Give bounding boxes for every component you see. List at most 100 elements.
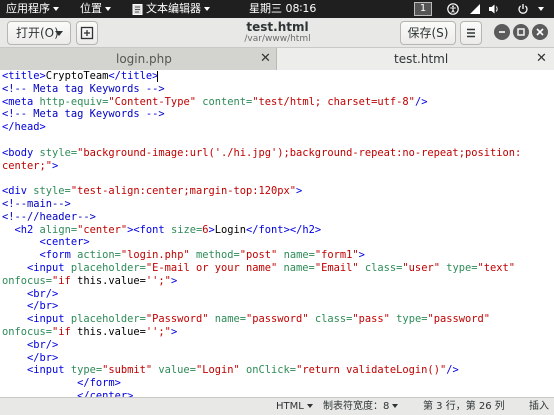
code-line[interactable]: <input placeholder="Password" name="pass… bbox=[2, 313, 490, 326]
code-line[interactable]: </center> bbox=[2, 390, 133, 397]
tab-test-html[interactable]: test.html ✕ bbox=[277, 48, 554, 71]
code-token: <!-- Meta tag Keywords --> bbox=[2, 82, 165, 95]
places-label: 位置 bbox=[80, 2, 102, 15]
language-selector[interactable]: HTML bbox=[276, 398, 313, 415]
places-menu[interactable]: 位置 bbox=[80, 0, 111, 18]
code-token: align= bbox=[39, 223, 78, 236]
code-token: type= bbox=[70, 364, 103, 377]
code-token: type= bbox=[389, 313, 428, 326]
code-editor[interactable]: <title>CryptoTeam</title> <!-- Meta tag K… bbox=[0, 70, 554, 397]
code-token: > bbox=[52, 159, 59, 172]
code-token: onfocus= bbox=[2, 326, 53, 338]
code-line[interactable]: <h2 align="center"><font size=6>Login</f… bbox=[2, 223, 322, 237]
close-tab-icon[interactable]: ✕ bbox=[536, 48, 547, 70]
code-line[interactable]: onfocus="if this.value='';"> bbox=[2, 275, 177, 288]
network-icon[interactable] bbox=[469, 0, 481, 18]
code-line[interactable]: <input type="submit" value="Login" onCli… bbox=[2, 364, 459, 377]
code-line[interactable]: <!--main--> bbox=[2, 198, 71, 211]
code-token: center;" bbox=[2, 159, 53, 172]
volume-icon[interactable] bbox=[488, 0, 500, 18]
code-token: "form1" bbox=[314, 249, 359, 262]
code-token: </center> bbox=[77, 390, 134, 397]
code-token: <meta bbox=[2, 95, 40, 108]
code-token: http-equiv= bbox=[39, 95, 109, 108]
chevron-down-icon bbox=[55, 31, 63, 36]
code-token: ><font bbox=[127, 223, 171, 236]
code-token: placeholder= bbox=[70, 262, 146, 274]
new-tab-button[interactable] bbox=[76, 21, 98, 45]
applications-label: 应用程序 bbox=[6, 2, 50, 15]
code-token: "return validateLogin()" bbox=[296, 364, 447, 377]
code-line[interactable]: <title>CryptoTeam</title> bbox=[2, 70, 158, 83]
code-token: </br> bbox=[27, 351, 59, 364]
code-line[interactable]: <body style="background-image:url('./hi.… bbox=[2, 147, 521, 160]
code-token: /> bbox=[414, 95, 428, 108]
code-token: "Content-Type" bbox=[108, 95, 196, 108]
minimize-icon[interactable] bbox=[494, 24, 510, 40]
code-token: <form bbox=[39, 249, 78, 262]
code-token: "Email" bbox=[314, 262, 359, 274]
code-token: class= bbox=[308, 313, 353, 326]
new-document-icon bbox=[80, 26, 94, 40]
workspace-indicator[interactable]: 1 bbox=[414, 2, 432, 16]
code-line[interactable]: <!-- Meta tag Keywords --> bbox=[2, 108, 165, 121]
save-button-label: 保存(S) bbox=[407, 26, 449, 40]
code-line[interactable]: center;"> bbox=[2, 160, 58, 173]
code-token: <center> bbox=[39, 236, 90, 249]
close-tab-icon[interactable]: ✕ bbox=[260, 48, 271, 70]
tab-label: login.php bbox=[116, 52, 172, 66]
code-line[interactable]: </br> bbox=[2, 300, 58, 313]
chevron-down-icon bbox=[53, 7, 59, 11]
hamburger-menu-icon bbox=[467, 28, 475, 38]
tab-login-php[interactable]: login.php ✕ bbox=[0, 48, 277, 70]
code-line[interactable]: <!--//header--> bbox=[2, 211, 96, 224]
code-token: "test/html; charset=utf-8" bbox=[252, 95, 415, 108]
code-line[interactable]: <form action="login.php" method="post" n… bbox=[2, 249, 365, 262]
close-window-icon[interactable] bbox=[532, 24, 548, 40]
code-line[interactable]: onfocus="if this.value='';"> bbox=[2, 326, 177, 339]
status-bar: HTML 制表符宽度：8 第 3 行，第 26 列 插入 bbox=[0, 397, 554, 415]
app-menu[interactable]: 文本编辑器 bbox=[132, 0, 210, 18]
clock[interactable]: 星期三 08∶16 bbox=[249, 0, 316, 18]
code-token: class= bbox=[358, 262, 403, 274]
code-token: <h2 bbox=[14, 223, 40, 236]
applications-menu[interactable]: 应用程序 bbox=[6, 0, 59, 18]
code-token: <input bbox=[27, 313, 71, 326]
system-menu-chevron-icon[interactable] bbox=[535, 0, 544, 18]
code-line[interactable]: </br> bbox=[2, 352, 58, 365]
app-name-label: 文本编辑器 bbox=[146, 2, 201, 15]
power-icon[interactable] bbox=[517, 0, 529, 18]
code-token: '';" bbox=[145, 274, 171, 287]
code-token: value= bbox=[152, 364, 196, 377]
code-token: type= bbox=[439, 262, 478, 274]
tab-width-selector[interactable]: 制表符宽度：8 bbox=[323, 398, 399, 415]
menu-button[interactable] bbox=[460, 21, 482, 45]
save-button[interactable]: 保存(S) bbox=[400, 21, 456, 45]
code-token: style= bbox=[39, 146, 78, 159]
code-token: <!-- Meta tag Keywords --> bbox=[2, 108, 165, 121]
code-line[interactable]: <!-- Meta tag Keywords --> bbox=[2, 83, 165, 96]
code-line[interactable]: <div style="test-align:center;margin-top… bbox=[2, 185, 302, 198]
code-line[interactable]: </head> bbox=[2, 121, 46, 134]
code-token: "if bbox=[52, 326, 78, 338]
code-token: action= bbox=[77, 249, 121, 262]
code-line[interactable]: <meta http-equiv="Content-Type" content=… bbox=[2, 96, 427, 109]
code-line[interactable]: <br/> bbox=[2, 339, 58, 352]
code-line[interactable]: <br/> bbox=[2, 288, 58, 301]
code-token: "text" bbox=[477, 262, 516, 274]
code-line[interactable]: </form> bbox=[2, 377, 121, 390]
maximize-icon[interactable] bbox=[513, 24, 529, 40]
tab-bar: login.php ✕ test.html ✕ bbox=[0, 48, 554, 71]
code-token: placeholder= bbox=[70, 313, 146, 326]
code-token: name= bbox=[277, 249, 315, 262]
open-button[interactable]: 打开(O) bbox=[7, 21, 71, 45]
text-cursor bbox=[157, 71, 158, 82]
code-line[interactable]: <input placeholder="E-mail or your name"… bbox=[2, 262, 515, 275]
accessibility-icon[interactable] bbox=[447, 0, 459, 18]
code-line[interactable]: <center> bbox=[2, 236, 90, 249]
code-token: <input bbox=[27, 262, 71, 274]
